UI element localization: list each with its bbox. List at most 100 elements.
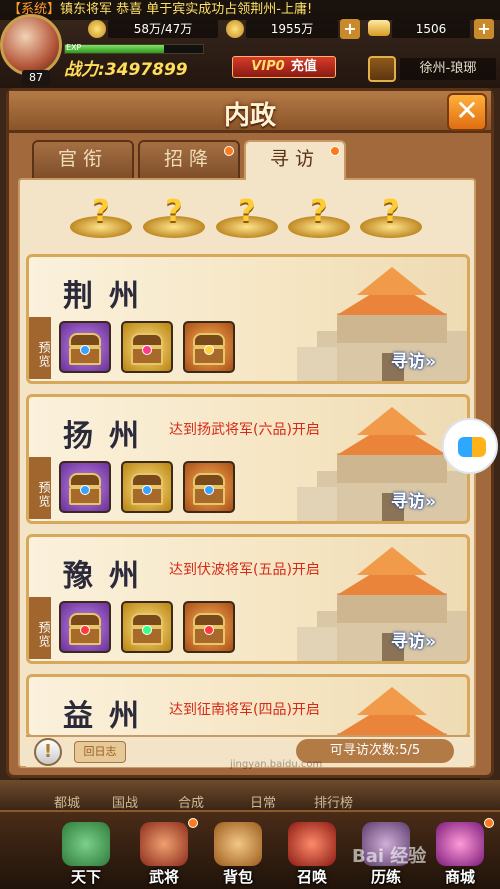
shop-notification-dot bbox=[484, 818, 494, 828]
current-location[interactable]: 徐州-琅琊 bbox=[400, 58, 496, 80]
reward-chest-icon[interactable] bbox=[59, 461, 111, 513]
tab-visit-label: 寻访 bbox=[269, 148, 320, 170]
general-helmet-icon bbox=[140, 822, 188, 866]
mystery-slot-5[interactable]: ? bbox=[360, 194, 422, 238]
tab-recruit[interactable]: 招降 bbox=[138, 140, 240, 178]
nav-world-label: 天下 bbox=[70, 868, 101, 886]
region-name: 豫州 bbox=[63, 559, 155, 594]
map-scroll-icon bbox=[62, 822, 110, 866]
nav-generals-label: 武将 bbox=[148, 868, 179, 886]
tab-visit[interactable]: 寻访 bbox=[244, 140, 346, 180]
reward-chest-icon[interactable] bbox=[121, 601, 173, 653]
question-mark-icon: ? bbox=[238, 194, 256, 229]
gold-ingot-icon bbox=[368, 20, 390, 36]
baidu-watermark: Bai 经验 bbox=[352, 846, 427, 867]
nav-shop[interactable]: 商城 bbox=[430, 822, 490, 888]
info-icon[interactable]: ! bbox=[34, 738, 62, 766]
reward-chest-icon[interactable] bbox=[183, 601, 235, 653]
bg-tab-ranking: 排行榜 bbox=[314, 796, 354, 811]
question-mark-icon: ? bbox=[310, 194, 328, 229]
nav-summon-label: 召唤 bbox=[296, 868, 327, 886]
preview-label: 预览 bbox=[29, 457, 51, 519]
preview-label: 预览 bbox=[29, 317, 51, 379]
castle-icon bbox=[297, 267, 467, 381]
reward-chest-icon[interactable] bbox=[59, 321, 111, 373]
reward-chest-icon[interactable] bbox=[183, 321, 235, 373]
nav-shop-label: 商城 bbox=[444, 868, 475, 886]
log-button[interactable]: 回日志 bbox=[74, 741, 126, 763]
generals-notification-dot bbox=[188, 818, 198, 828]
visit-button[interactable]: 寻访» bbox=[391, 487, 436, 512]
region-name: 荆州 bbox=[63, 279, 155, 314]
system-marquee: 【系统】镇东将军 恭喜 单于宾实成功占领荆州-上庸! bbox=[0, 0, 500, 20]
bg-tab-synthesis: 合成 bbox=[178, 796, 205, 811]
nav-bag-label: 背包 bbox=[222, 868, 253, 886]
nav-generals[interactable]: 武将 bbox=[134, 822, 194, 888]
reward-chest-icon[interactable] bbox=[59, 601, 111, 653]
tab-rank[interactable]: 官衔 bbox=[32, 140, 134, 178]
castle-icon bbox=[337, 687, 447, 735]
region-name: 益州 bbox=[63, 699, 155, 734]
floating-gamepad-button[interactable] bbox=[442, 418, 498, 474]
region-card-yangzhou[interactable]: 扬州 达到扬武将军(六品)开启 预览 寻访» bbox=[26, 394, 470, 524]
region-card-yizhou[interactable]: 益州 达到征南将军(四品)开启 bbox=[26, 674, 470, 738]
question-mark-icon: ? bbox=[92, 194, 110, 229]
shop-treasure-icon bbox=[436, 822, 484, 866]
player-avatar[interactable] bbox=[0, 14, 62, 76]
vip-recharge-button[interactable]: VIP0 充值 bbox=[232, 56, 336, 78]
backpack-icon bbox=[214, 822, 262, 866]
tab-visit-notification-dot bbox=[330, 146, 340, 156]
treasure-box-icon[interactable] bbox=[368, 56, 396, 82]
mystery-slot-1[interactable]: ? bbox=[70, 194, 132, 238]
unlock-requirement: 达到征南将军(四品)开启 bbox=[169, 702, 320, 718]
bg-tab-national-war: 国战 bbox=[112, 796, 139, 811]
castle-icon bbox=[297, 547, 467, 661]
reward-chest-icon[interactable] bbox=[121, 461, 173, 513]
question-mark-icon: ? bbox=[165, 194, 183, 229]
nav-world[interactable]: 天下 bbox=[56, 822, 116, 888]
bg-tab-capital: 都城 bbox=[54, 796, 81, 811]
baidu-watermark-url: jingyan.baidu.com bbox=[230, 759, 323, 770]
tab-recruit-label: 招降 bbox=[163, 148, 214, 170]
reward-chest-icon[interactable] bbox=[121, 321, 173, 373]
nav-training-label: 历练 bbox=[370, 868, 401, 886]
question-mark-icon: ? bbox=[382, 194, 400, 229]
mystery-slot-4[interactable]: ? bbox=[288, 194, 350, 238]
nav-bag[interactable]: 背包 bbox=[208, 822, 268, 888]
exp-label: EXP bbox=[66, 43, 82, 52]
reward-chest-icon[interactable] bbox=[183, 461, 235, 513]
add-copper-button[interactable]: + bbox=[340, 19, 360, 39]
add-gold-button[interactable]: + bbox=[474, 19, 494, 39]
troops-icon bbox=[88, 20, 106, 38]
unlock-requirement: 达到伏波将军(五品)开启 bbox=[169, 562, 320, 578]
recharge-label: 充值 bbox=[290, 59, 317, 74]
region-card-yuzhou[interactable]: 豫州 达到伏波将军(五品)开启 预览 寻访» bbox=[26, 534, 470, 664]
player-level: 87 bbox=[22, 70, 50, 86]
close-button[interactable]: ✕ bbox=[447, 93, 487, 131]
mystery-slot-2[interactable]: ? bbox=[143, 194, 205, 238]
visit-button[interactable]: 寻访» bbox=[391, 627, 436, 652]
marquee-text: 镇东将军 恭喜 单于宾实成功占领荆州-上庸! bbox=[60, 2, 313, 17]
region-card-jingzhou[interactable]: 荆州 预览 寻访» bbox=[26, 254, 470, 384]
tab-recruit-notification-dot bbox=[224, 146, 234, 156]
preview-label: 预览 bbox=[29, 597, 51, 659]
copper-coin-icon bbox=[226, 20, 244, 38]
combat-power: 战力:3497899 bbox=[64, 60, 188, 80]
mystery-slot-3[interactable]: ? bbox=[216, 194, 278, 238]
top-status-bar: 【系统】镇东将军 恭喜 单于宾实成功占领荆州-上庸! 87 58万/47万 19… bbox=[0, 0, 500, 88]
nav-summon[interactable]: 召唤 bbox=[282, 822, 342, 888]
panel-title: 内政 bbox=[223, 101, 276, 131]
panel-header: 内政 ✕ bbox=[9, 91, 491, 133]
region-name: 扬州 bbox=[63, 419, 155, 454]
castle-icon bbox=[297, 407, 467, 521]
tab-rank-label: 官衔 bbox=[57, 148, 108, 170]
visit-button[interactable]: 寻访» bbox=[391, 347, 436, 372]
summon-gate-icon bbox=[288, 822, 336, 866]
exp-bar bbox=[64, 44, 204, 54]
copper-value: 1955万 bbox=[246, 20, 338, 38]
bg-tab-daily: 日常 bbox=[250, 796, 277, 811]
troops-value: 58万/47万 bbox=[108, 20, 218, 38]
vip-level: VIP0 bbox=[251, 59, 285, 74]
gamepad-icon bbox=[458, 437, 486, 457]
gold-value: 1506 bbox=[392, 20, 470, 38]
